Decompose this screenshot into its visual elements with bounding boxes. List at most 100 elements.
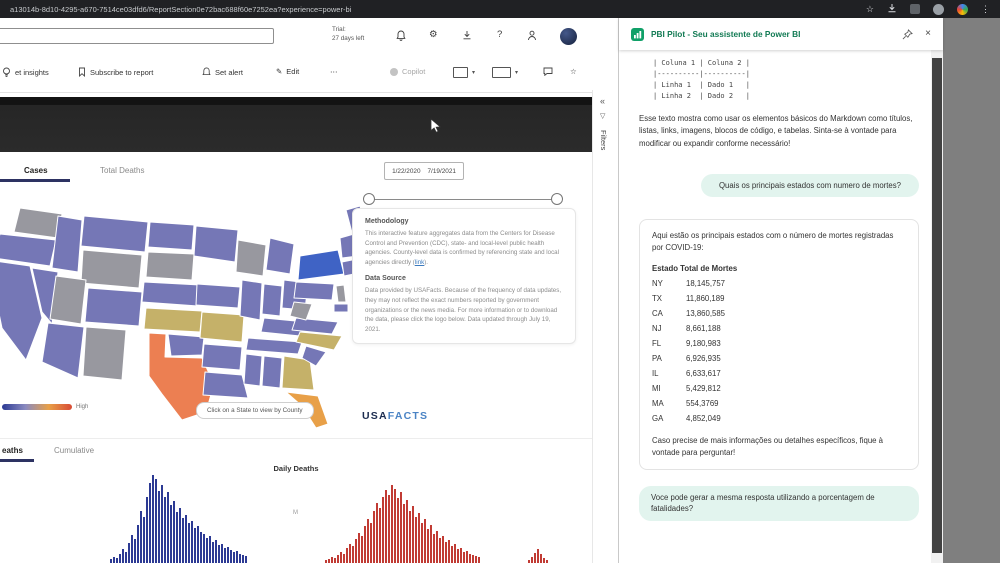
map-state[interactable]: [265, 237, 295, 275]
filters-pane-label[interactable]: Filters: [599, 130, 608, 150]
filter-funnel-icon[interactable]: ▽: [600, 112, 605, 120]
slider-handle-end[interactable]: [551, 193, 563, 205]
map-state[interactable]: [289, 301, 313, 321]
chat-header: PBI Pilot - Seu assistente de Power BI ×: [619, 18, 943, 50]
map-state[interactable]: [141, 281, 201, 307]
map-state[interactable]: [333, 303, 349, 313]
browser-menu-icon[interactable]: ⋮: [981, 4, 990, 14]
tab-cases[interactable]: Cases: [24, 166, 48, 175]
user-avatar[interactable]: [560, 28, 577, 45]
report-menu-bar: et insights Subscribe to report Set aler…: [0, 56, 592, 93]
help-icon[interactable]: ?: [497, 30, 502, 40]
map-state[interactable]: [49, 275, 87, 325]
comments-button[interactable]: [543, 67, 553, 76]
map-state[interactable]: [261, 355, 283, 389]
extensions-icon[interactable]: [910, 4, 920, 14]
map-state[interactable]: [335, 284, 347, 303]
settings-gear-icon[interactable]: ⚙: [429, 30, 438, 40]
usafacts-logo-usa: USA: [362, 410, 388, 422]
view-mode-button[interactable]: ▾: [453, 67, 475, 78]
tab-cumulative[interactable]: Cumulative: [54, 446, 94, 455]
table-row: TX 11,860,189: [652, 293, 725, 303]
edit-label: Edit: [286, 67, 300, 76]
usafacts-logo[interactable]: USAFACTS: [362, 410, 428, 422]
map-state[interactable]: [167, 333, 205, 357]
map-state[interactable]: [147, 221, 195, 251]
map-state[interactable]: [80, 215, 149, 253]
date-slider-track[interactable]: [368, 199, 562, 200]
map-state[interactable]: [145, 251, 195, 281]
chat-scrollbar-thumb[interactable]: [932, 58, 942, 553]
map-color-legend: High: [2, 404, 88, 410]
usafacts-logo-facts: FACTS: [387, 410, 429, 422]
browser-profile-avatar[interactable]: [933, 3, 944, 15]
subscribe-button[interactable]: Subscribe to report: [78, 67, 153, 77]
markdown-code-block: | Coluna 1 | Coluna 2 | |----------|----…: [653, 59, 750, 100]
table-row: MI 5,429,812: [652, 383, 721, 393]
section-divider: [0, 438, 592, 439]
set-alert-button[interactable]: Set alert: [202, 67, 243, 77]
filters-pane-border: [592, 90, 593, 563]
user-message: Quais os principais estados com numero d…: [701, 173, 919, 198]
copilot-icon: [390, 67, 398, 76]
map-state[interactable]: [202, 371, 249, 399]
notifications-bell-icon[interactable]: [396, 30, 406, 44]
powerbi-app: Trial: 27 days left ⚙ ? et insights Subs…: [0, 18, 592, 563]
map-state[interactable]: [235, 239, 267, 277]
extension-logo-icon[interactable]: [957, 3, 968, 15]
chat-panel-title: PBI Pilot - Seu assistente de Power BI: [651, 29, 801, 39]
tab-deaths[interactable]: eaths: [2, 446, 23, 455]
axis-tick-label: M: [293, 510, 298, 516]
legend-gradient-bar: [2, 404, 72, 410]
comment-icon: [543, 67, 553, 76]
tab-total-deaths[interactable]: Total Deaths: [100, 166, 144, 175]
map-state[interactable]: [193, 225, 239, 263]
layout-mode-button[interactable]: ▾: [492, 67, 518, 78]
map-state[interactable]: [82, 326, 127, 381]
edit-button[interactable]: ✎ Edit: [276, 67, 299, 76]
person-icon[interactable]: [527, 30, 537, 44]
table-row: NY 18,145,757: [652, 278, 726, 288]
active-tab-indicator: [0, 179, 70, 182]
favorite-star-icon[interactable]: ☆: [570, 67, 577, 76]
map-state[interactable]: [239, 279, 263, 321]
pin-icon[interactable]: [902, 28, 914, 40]
map-state[interactable]: [13, 207, 63, 239]
download-icon[interactable]: [462, 30, 472, 43]
methodology-link[interactable]: link: [415, 259, 424, 266]
date-end: 7/19/2021: [427, 167, 456, 175]
more-options-button[interactable]: ⋯: [330, 67, 338, 76]
map-state[interactable]: [143, 307, 203, 333]
browser-download-icon[interactable]: [887, 3, 897, 15]
view-by-county-button[interactable]: Click on a State to view by County: [196, 402, 314, 419]
map-state[interactable]: [199, 311, 245, 343]
chat-scrollbar-track[interactable]: [931, 50, 943, 563]
date-range-display[interactable]: 1/22/2020 7/19/2021: [384, 162, 464, 180]
map-state[interactable]: [261, 283, 283, 317]
map-state[interactable]: [293, 281, 335, 301]
methodology-text: This interactive feature aggregates data…: [365, 230, 559, 266]
bookmark-star-icon[interactable]: ☆: [866, 4, 874, 14]
daily-deaths-wave3-bars[interactable]: [528, 549, 548, 563]
map-state[interactable]: [41, 322, 85, 379]
set-alert-label: Set alert: [215, 67, 243, 77]
assistant-answer-card: Aqui estão os principais estados com o n…: [639, 219, 919, 470]
map-state[interactable]: [243, 353, 263, 387]
map-state[interactable]: [80, 249, 143, 289]
answer-intro: Aqui estão os principais estados com o n…: [652, 231, 894, 253]
copilot-button[interactable]: Copilot: [390, 67, 425, 76]
address-bar-url[interactable]: a13014b-8d10-4295-a670-7514ce03dfd6/Repo…: [10, 5, 351, 14]
map-state-new-york[interactable]: [297, 249, 345, 281]
map-state[interactable]: [201, 343, 243, 371]
close-icon[interactable]: ×: [925, 29, 931, 39]
get-insights-button[interactable]: et insights: [2, 67, 49, 78]
map-state[interactable]: [195, 283, 241, 309]
map-state[interactable]: [0, 233, 57, 267]
expand-pane-icon[interactable]: «: [600, 96, 605, 106]
map-state[interactable]: [295, 331, 343, 351]
daily-deaths-wave2-bars[interactable]: [325, 485, 480, 563]
daily-deaths-wave1-bars[interactable]: [110, 475, 247, 563]
search-input[interactable]: [0, 28, 274, 44]
map-state[interactable]: [84, 287, 143, 327]
map-state[interactable]: [245, 337, 303, 355]
